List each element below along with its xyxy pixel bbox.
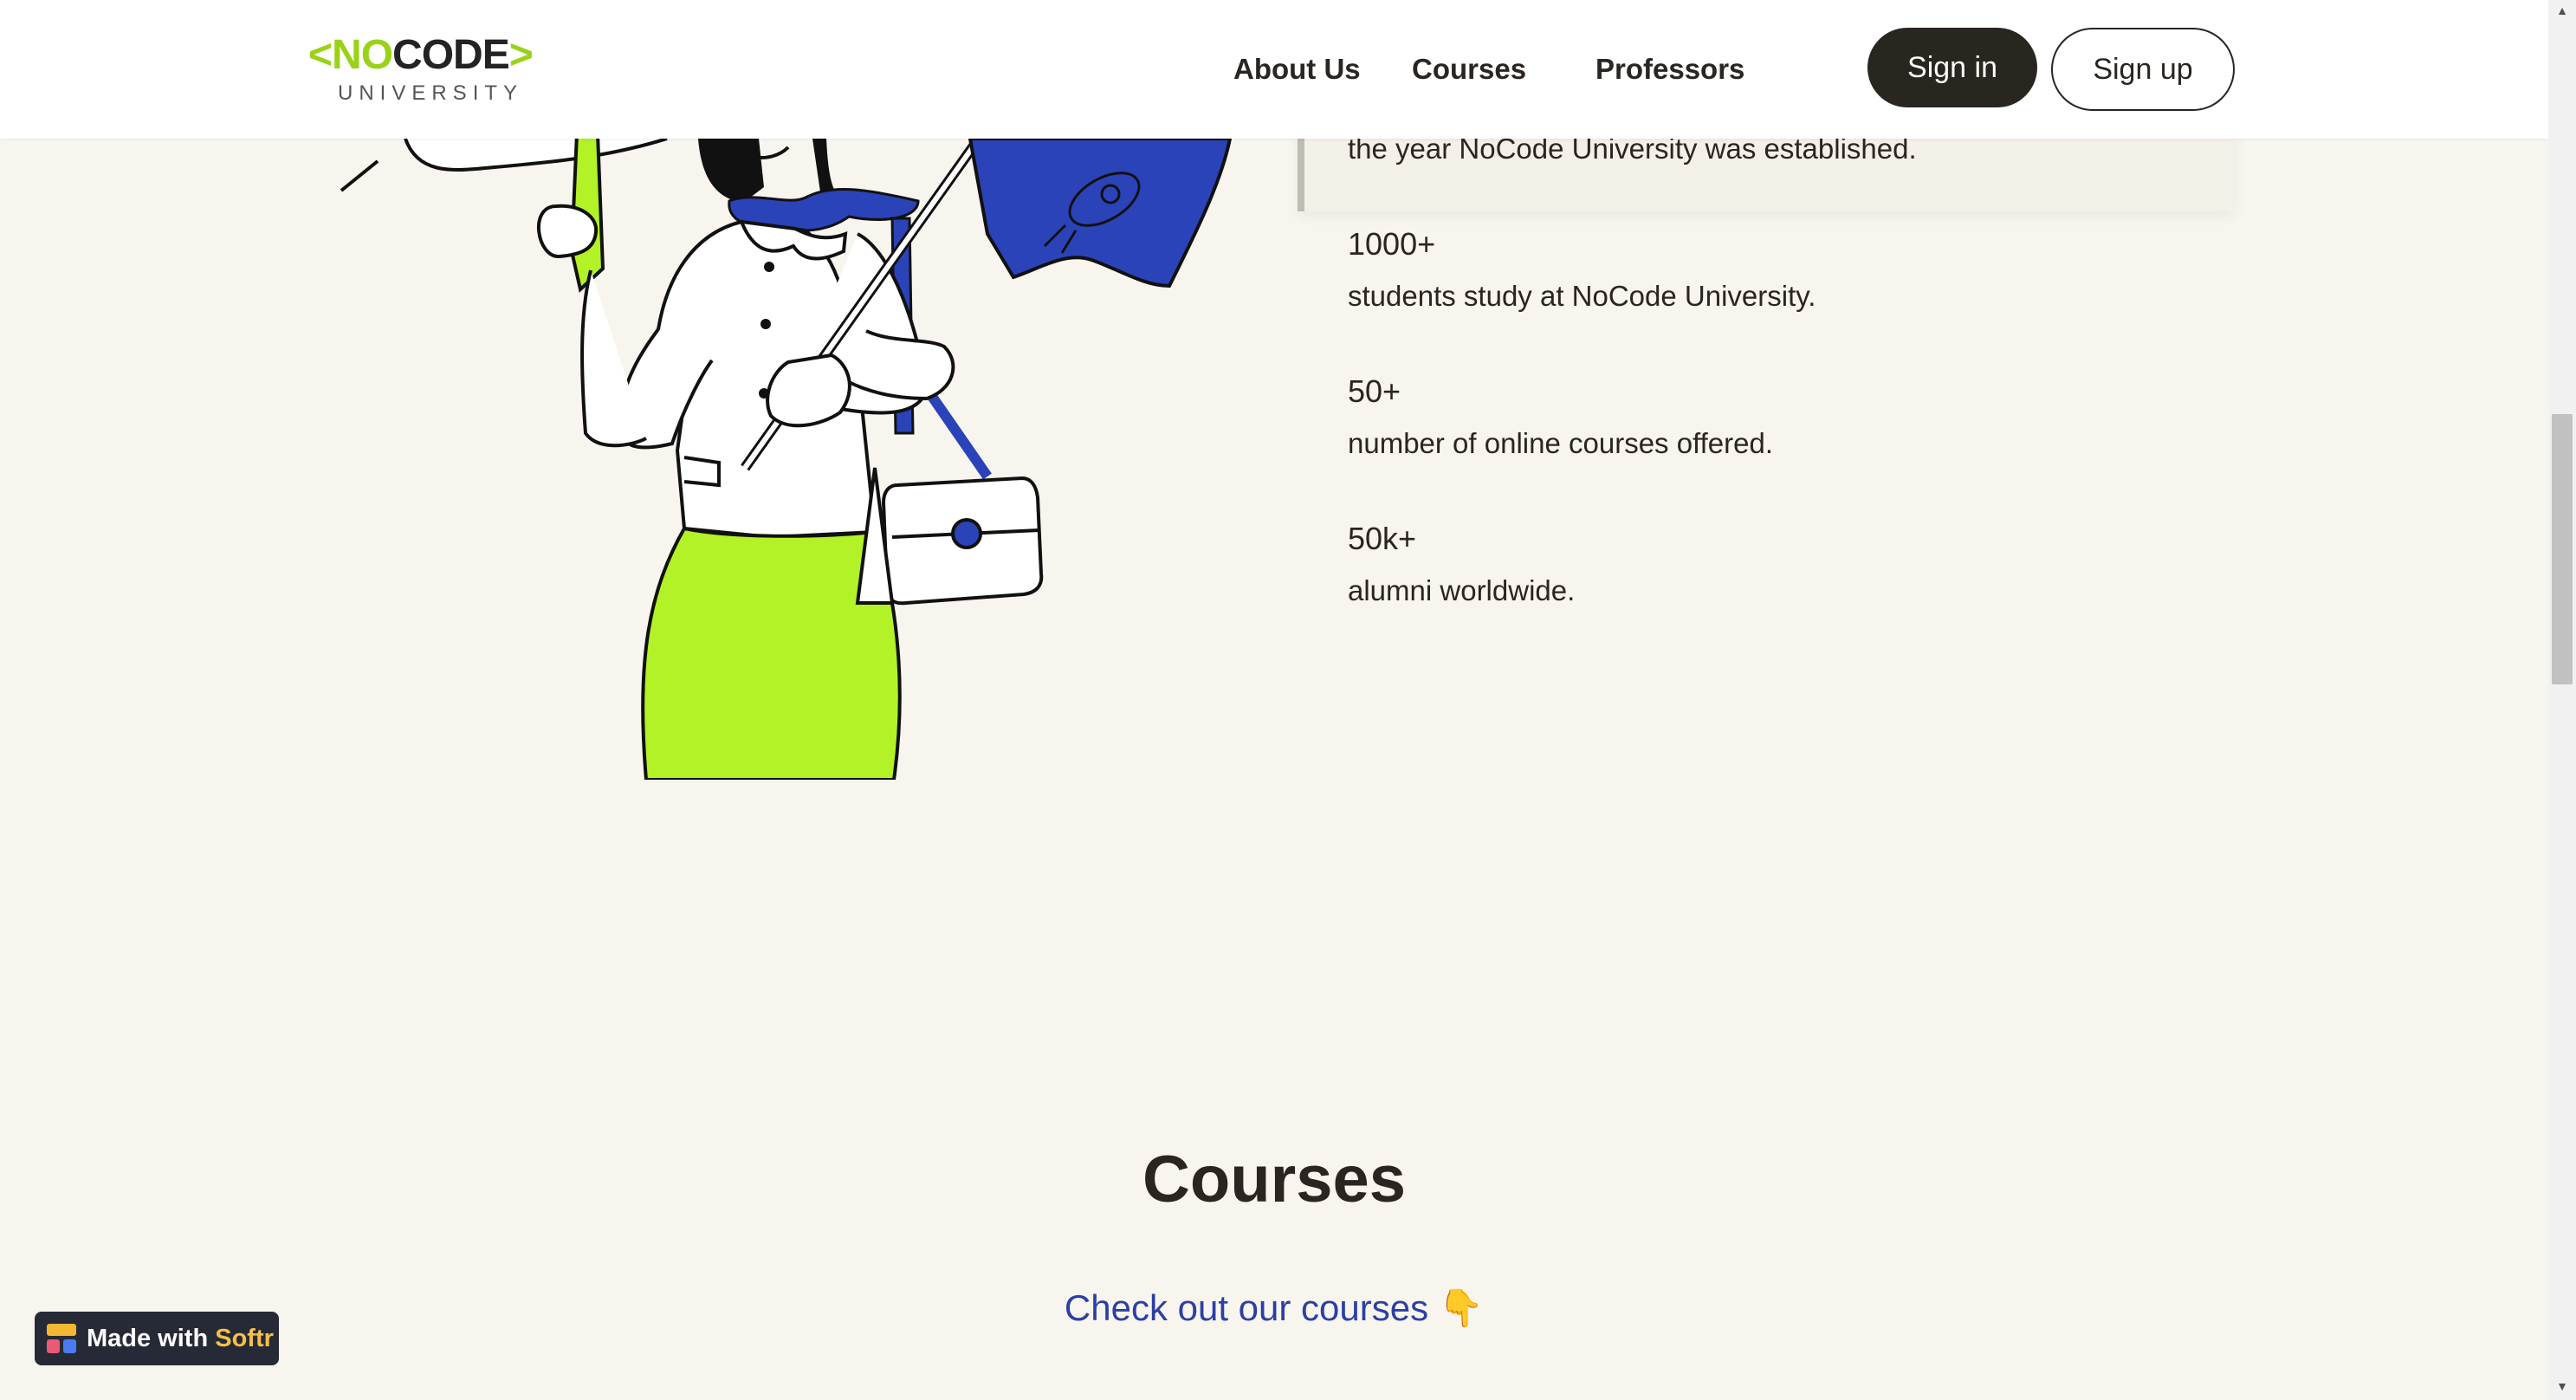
stat-alumni-value: 50k+	[1348, 521, 1417, 556]
stat-courses-desc: number of online courses offered.	[1348, 427, 1774, 459]
courses-link[interactable]: Check out our courses 👇	[0, 1286, 2548, 1331]
logo-wordmark: <NOCODE>	[308, 31, 534, 80]
nocode-university-logo[interactable]: <NOCODE> UNIVERSITY	[308, 31, 537, 106]
scroll-up-arrow-icon[interactable]: ▲	[2555, 3, 2569, 17]
badge-brand-text: Softr	[215, 1324, 274, 1352]
made-with-softr-badge[interactable]: Made with Softr	[35, 1312, 279, 1365]
vertical-scrollbar[interactable]: ▲ ▼	[2548, 0, 2576, 1400]
nav-about-us[interactable]: About Us	[1233, 50, 1361, 88]
badge-label: Made with Softr	[87, 1325, 274, 1353]
softr-logo-icon	[47, 1324, 76, 1353]
nav-courses[interactable]: Courses	[1412, 50, 1526, 88]
logo-code: CODE	[392, 32, 510, 78]
stat-courses-value: 50+	[1348, 373, 1401, 409]
badge-made-with-text: Made with	[87, 1324, 209, 1352]
scroll-down-arrow-icon[interactable]: ▼	[2555, 1379, 2569, 1393]
page-viewport: the year NoCode University was establish…	[0, 0, 2548, 1400]
sign-in-button[interactable]: Sign in	[1867, 28, 2037, 107]
courses-heading: Courses	[1142, 1143, 1407, 1216]
logo-no: NO	[332, 32, 393, 78]
sign-up-button[interactable]: Sign up	[2051, 28, 2235, 111]
stat-alumni-desc: alumni worldwide.	[1348, 574, 1576, 606]
scrollbar-thumb[interactable]	[2552, 414, 2573, 684]
nav-professors[interactable]: Professors	[1595, 50, 1744, 88]
logo-subtitle: UNIVERSITY	[338, 81, 524, 105]
logo-bracket-left: <	[308, 32, 333, 78]
logo-bracket-right: >	[508, 32, 534, 78]
hero-illustration	[340, 132, 1233, 780]
stat-students-value: 1000+	[1348, 226, 1436, 262]
stat-students-desc: students study at NoCode University.	[1348, 280, 1816, 312]
site-header: <NOCODE> UNIVERSITY About Us Courses Pro…	[0, 0, 2548, 139]
